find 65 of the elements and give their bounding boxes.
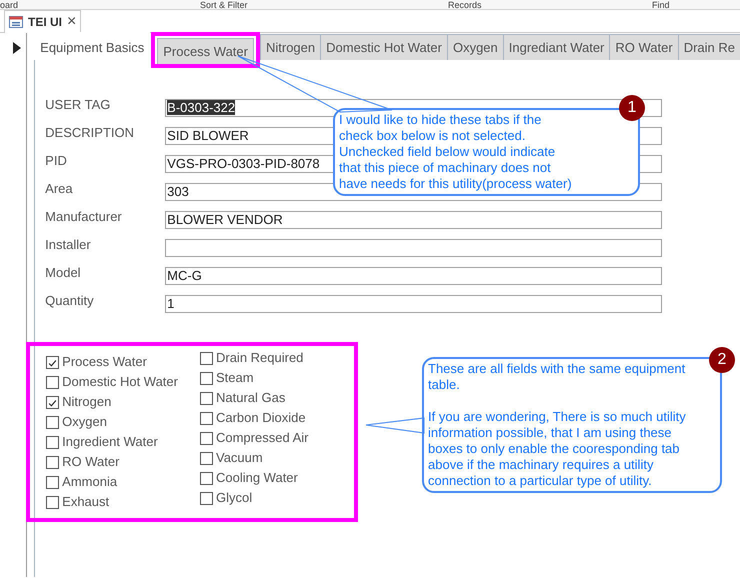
field-label: DESCRIPTION [45,124,135,142]
checkbox-label: Carbon Dioxide [216,409,306,428]
field-label: Area [45,180,74,198]
checkbox-label: Compressed Air [216,429,308,448]
ribbon-group-label: oard [0,0,18,10]
checkbox[interactable] [46,416,60,428]
text-field[interactable]: BLOWER VENDOR [165,211,662,229]
checkbox-label: Steam [216,369,254,388]
close-icon[interactable]: × [67,14,76,30]
checkbox[interactable] [46,396,60,408]
field-label: USER TAG [45,96,112,114]
ribbon-group-label: Sort & Filter [200,0,248,10]
tab[interactable]: Ingrediant Water [502,34,610,60]
field-label: Manufacturer [45,208,123,226]
checkbox-label: Ammonia [62,473,118,492]
checkbox-label: Cooling Water [216,469,298,488]
field-label: Quantity [45,292,95,310]
checkbox[interactable] [46,376,60,388]
tab[interactable]: Process Water [157,38,254,64]
checkbox-label: Glycol [216,489,252,508]
field-label: Model [45,264,82,282]
checkbox-label: Process Water [62,353,147,372]
checkbox[interactable] [46,476,60,488]
checkbox-label: Natural Gas [216,389,286,408]
tab[interactable]: Oxygen [446,34,504,60]
callout-text: These are all fields with the same equipment table. [428,361,686,393]
text-field[interactable]: MC-G [165,267,662,285]
ribbon-group-label: Records [448,0,482,10]
field-label: Installer [45,236,92,254]
tab[interactable]: Drain Re [678,34,740,60]
text-field[interactable] [165,239,662,257]
checkbox[interactable] [200,352,213,364]
number-badge: 2 [709,347,735,373]
checkbox-label: Nitrogen [62,393,112,412]
checkbox-label: Drain Required [216,349,304,368]
tab[interactable]: Domestic Hot Water [320,34,448,60]
checkbox-label: RO Water [62,453,120,472]
checkbox-label: Vacuum [216,449,263,468]
checkbox-label: Ingredient Water [62,433,158,452]
checkbox[interactable] [46,496,60,508]
checkbox-label: Oxygen [62,413,107,432]
checkbox[interactable] [200,472,213,484]
checkbox[interactable] [200,372,213,384]
text-field[interactable]: 1 [165,295,662,313]
record-selector-icon[interactable] [13,42,21,54]
callout-text: If you are wondering, There is so much utility information possible, that I am using these boxes to only enable the cooresponding tab above if the machinary requires a utility connection to a particular type of utility. [428,409,687,489]
callout-text: I would like to hide these tabs if the check box below is not selected. Unchecked field below would indicate that this piece of machinary does not have needs for this utility(process water) [339,112,573,192]
form-icon [9,16,23,28]
checkbox[interactable] [200,492,213,504]
checkbox[interactable] [200,392,213,404]
tab[interactable]: RO Water [609,34,679,60]
ribbon-group-label: Find [652,0,670,10]
checkbox[interactable] [46,436,60,448]
tab[interactable]: Nitrogen [260,34,322,60]
checkbox[interactable] [200,432,213,444]
field-label: PID [45,152,68,170]
checkbox[interactable] [200,452,213,464]
checkbox[interactable] [46,356,60,368]
checkbox[interactable] [46,456,60,468]
checkbox-label: Exhaust [62,493,110,512]
document-tab[interactable]: TEI UI × [4,10,82,33]
checkbox-label: Domestic Hot Water [62,373,178,392]
document-title: TEI UI [28,14,62,31]
number-badge: 1 [619,95,645,121]
checkbox[interactable] [200,412,213,424]
